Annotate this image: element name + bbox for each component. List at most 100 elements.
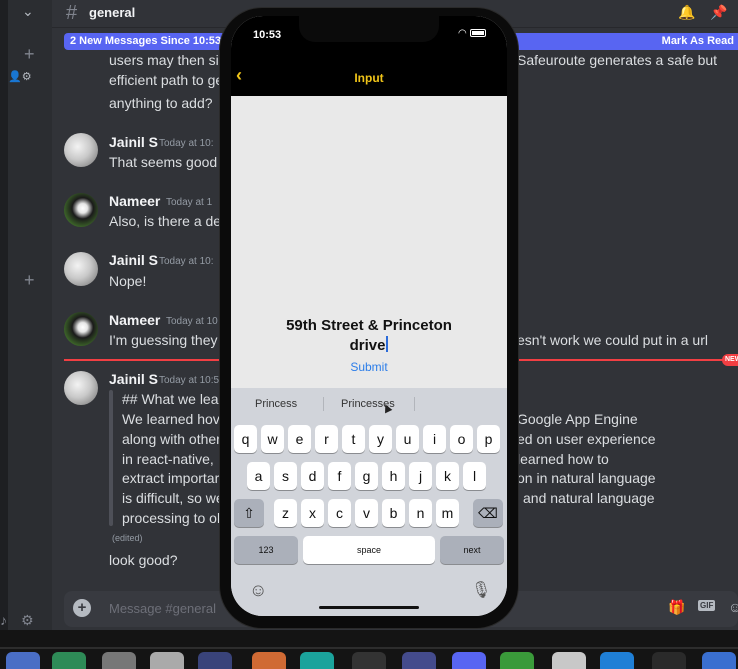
avatar[interactable]: [64, 193, 98, 227]
emoji-icon[interactable]: ☺: [728, 599, 738, 615]
app-icon[interactable]: [500, 652, 534, 669]
app-icon[interactable]: [150, 652, 184, 669]
message-author[interactable]: Jainil S: [109, 371, 158, 387]
app-icon[interactable]: [600, 652, 634, 669]
quote-line: extract importar: [122, 470, 220, 486]
microphone-icon[interactable]: 🎙: [471, 580, 491, 600]
voice-controls-icon[interactable]: ♪⚙: [0, 612, 48, 629]
key-p[interactable]: p: [477, 425, 500, 453]
avatar[interactable]: [64, 133, 98, 167]
key-s[interactable]: s: [274, 462, 297, 490]
screen-root: ⌄ + 👤⚙ + ♪⚙ users may then sir efficient…: [0, 0, 738, 669]
key-y[interactable]: y: [369, 425, 392, 453]
key-l[interactable]: l: [463, 462, 486, 490]
avatar[interactable]: [64, 371, 98, 405]
app-icon[interactable]: [102, 652, 136, 669]
app-icon[interactable]: [6, 652, 40, 669]
key-t[interactable]: t: [342, 425, 365, 453]
key-k[interactable]: k: [436, 462, 459, 490]
gift-icon[interactable]: 🎁: [668, 599, 685, 616]
app-icon[interactable]: [300, 652, 334, 669]
message-timestamp: Today at 10:: [159, 138, 214, 149]
space-key[interactable]: space: [303, 536, 435, 564]
numbers-key[interactable]: 123: [234, 536, 298, 564]
bell-icon[interactable]: 🔔: [678, 4, 695, 21]
address-text: 59th Street & Princeton drive: [286, 317, 452, 354]
blockquote-bar: [109, 390, 113, 526]
key-q[interactable]: q: [234, 425, 257, 453]
address-input[interactable]: 59th Street & Princeton drive: [251, 316, 487, 356]
nav-title: Input: [354, 71, 384, 85]
banner-text: 2 New Messages Since 10:53 P: [70, 35, 232, 47]
message-author[interactable]: Nameer: [109, 312, 160, 328]
app-icon[interactable]: [402, 652, 436, 669]
message-timestamp: Today at 10:5: [159, 375, 220, 386]
quote-line: ed on user experience: [517, 431, 656, 447]
message-line: Safeuroute generates a safe but: [517, 52, 718, 68]
suggestion-bar: Princess Princesses: [231, 388, 507, 420]
submit-button[interactable]: Submit: [231, 360, 507, 374]
wifi-icon: ◠: [458, 28, 467, 39]
app-icon[interactable]: [652, 652, 686, 669]
key-g[interactable]: g: [355, 462, 378, 490]
app-icon[interactable]: [452, 652, 486, 669]
user-settings-icon[interactable]: 👤⚙: [8, 70, 32, 83]
app-icon[interactable]: [702, 652, 736, 669]
message-timestamp: Today at 10:: [159, 256, 214, 267]
emoji-icon[interactable]: ☺: [249, 580, 267, 601]
shift-key[interactable]: ⇧: [234, 499, 264, 527]
key-o[interactable]: o: [450, 425, 473, 453]
key-x[interactable]: x: [301, 499, 324, 527]
key-d[interactable]: d: [301, 462, 324, 490]
next-key[interactable]: next: [440, 536, 504, 564]
key-v[interactable]: v: [355, 499, 378, 527]
mark-as-read-button[interactable]: Mark As Read: [662, 35, 734, 47]
add-attachment-icon[interactable]: +: [73, 599, 91, 617]
key-c[interactable]: c: [328, 499, 351, 527]
message-text: That seems good: [109, 154, 218, 170]
key-a[interactable]: a: [247, 462, 270, 490]
app-icon[interactable]: [52, 652, 86, 669]
gif-button[interactable]: GIF: [698, 600, 716, 611]
key-z[interactable]: z: [274, 499, 297, 527]
message-author[interactable]: Nameer: [109, 193, 160, 209]
avatar[interactable]: [64, 312, 98, 346]
key-f[interactable]: f: [328, 462, 351, 490]
message-input[interactable]: Message #general: [109, 601, 216, 616]
key-e[interactable]: e: [288, 425, 311, 453]
app-icon[interactable]: [198, 652, 232, 669]
key-w[interactable]: w: [261, 425, 284, 453]
nav-bar: ‹ Input: [231, 60, 507, 96]
app-icon[interactable]: [252, 652, 286, 669]
chevron-down-icon[interactable]: ⌄: [22, 3, 34, 20]
notch: [299, 16, 439, 42]
delete-key[interactable]: ⌫: [473, 499, 503, 527]
app-icon[interactable]: [552, 652, 586, 669]
key-r[interactable]: r: [315, 425, 338, 453]
add-channel-icon[interactable]: +: [24, 44, 35, 65]
key-m[interactable]: m: [436, 499, 459, 527]
home-indicator[interactable]: [319, 606, 419, 609]
add-icon[interactable]: +: [24, 270, 35, 291]
key-i[interactable]: i: [423, 425, 446, 453]
quote-line: learned how to: [517, 451, 609, 467]
message-line: anything to add?: [109, 95, 213, 111]
message-text: look good?: [109, 552, 178, 568]
keyboard: Princess Princesses q w e r t y u i o p …: [231, 388, 507, 616]
message-text: Also, is there a de: [109, 213, 222, 229]
key-h[interactable]: h: [382, 462, 405, 490]
app-icon[interactable]: [352, 652, 386, 669]
pin-icon[interactable]: 📌: [710, 4, 727, 21]
message-timestamp: Today at 1: [166, 197, 213, 208]
key-u[interactable]: u: [396, 425, 419, 453]
key-j[interactable]: j: [409, 462, 432, 490]
message-author[interactable]: Jainil S: [109, 252, 158, 268]
suggestion-item[interactable]: Princess: [255, 398, 297, 410]
avatar[interactable]: [64, 252, 98, 286]
key-n[interactable]: n: [409, 499, 432, 527]
message-author[interactable]: Jainil S: [109, 134, 158, 150]
message-line: efficient path to ge: [109, 72, 224, 88]
quote-line: on in natural language: [517, 470, 656, 486]
key-b[interactable]: b: [382, 499, 405, 527]
message-text: I'm guessing they: [109, 332, 218, 348]
